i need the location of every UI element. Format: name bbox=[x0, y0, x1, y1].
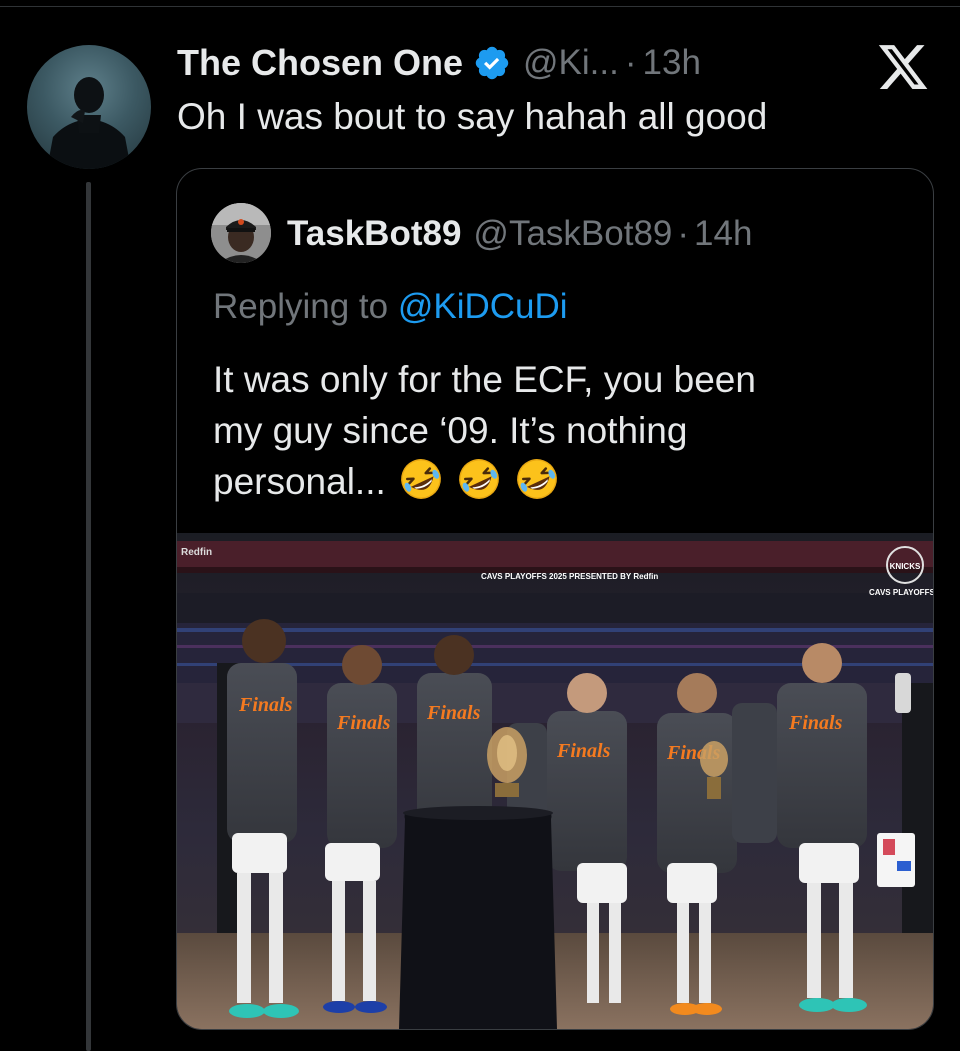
quoted-header-separator-dot: · bbox=[677, 214, 690, 253]
team-celebration-photo: Redfin ​ CAVS PLAYOFFS 2025 PRESENTED BY… bbox=[177, 533, 933, 1029]
quoted-author-handle[interactable]: @TaskBot89 bbox=[473, 214, 672, 254]
quoted-text-line-last: personal... bbox=[213, 456, 903, 507]
verified-badge-icon[interactable] bbox=[473, 44, 511, 82]
rolling-on-floor-laughing-emoji-icon bbox=[398, 456, 444, 502]
replying-to-label: Replying to bbox=[213, 287, 389, 326]
author-avatar[interactable] bbox=[27, 45, 151, 169]
arena-banner-right: CAVS PLAYOFFS bbox=[869, 588, 933, 597]
quoted-text-line: It was only for the ECF, you been bbox=[213, 359, 756, 400]
quoted-tweet-timestamp[interactable]: 14h bbox=[694, 214, 752, 254]
x-logo-icon bbox=[873, 40, 933, 94]
shirt-text: Finals bbox=[238, 694, 293, 716]
arena-banner-mid: CAVS PLAYOFFS 2025 PRESENTED BY Redfin bbox=[481, 572, 658, 581]
header-separator-dot: · bbox=[624, 43, 637, 82]
thread-connector-line bbox=[86, 182, 91, 1051]
arena-banner-left: Redfin bbox=[181, 547, 212, 558]
quoted-tweet-text: It was only for the ECF, you been my guy… bbox=[213, 354, 903, 507]
quoted-tweet-card[interactable]: TaskBot89 @TaskBot89 · 14h Replying to @… bbox=[176, 168, 934, 1030]
author-display-name[interactable]: The Chosen One bbox=[177, 42, 463, 84]
author-handle[interactable]: @Ki... bbox=[523, 43, 619, 83]
quoted-tweet-header: TaskBot89 @TaskBot89 · 14h bbox=[287, 209, 752, 259]
shirt-text: Finals bbox=[788, 712, 843, 734]
tweet-header: The Chosen One @Ki... · 13h bbox=[177, 40, 701, 86]
quoted-text-line: personal... bbox=[213, 461, 386, 502]
quoted-author-avatar[interactable] bbox=[211, 203, 271, 263]
shirt-text: Finals bbox=[336, 712, 391, 734]
quoted-text-line: my guy since ‘09. It’s nothing bbox=[213, 410, 688, 451]
quoted-tweet-photo[interactable]: Redfin ​ CAVS PLAYOFFS 2025 PRESENTED BY… bbox=[177, 533, 933, 1029]
rolling-on-floor-laughing-emoji-icon bbox=[456, 456, 502, 502]
knicks-logo: KNICKS bbox=[890, 562, 921, 571]
rolling-on-floor-laughing-emoji-icon bbox=[514, 456, 560, 502]
author-avatar-image bbox=[47, 77, 131, 169]
shirt-text: Finals bbox=[556, 740, 611, 762]
quoted-author-display-name[interactable]: TaskBot89 bbox=[287, 214, 461, 254]
quoted-author-avatar-image bbox=[211, 203, 271, 263]
replying-to-line: Replying to @KiDCuDi bbox=[213, 287, 568, 327]
shirt-text: Finals bbox=[426, 702, 481, 724]
top-divider bbox=[0, 6, 960, 7]
replying-to-mention-link[interactable]: @KiDCuDi bbox=[398, 287, 568, 326]
tweet-text: Oh I was bout to say hahah all good bbox=[177, 96, 768, 137]
tweet-timestamp[interactable]: 13h bbox=[643, 43, 701, 83]
